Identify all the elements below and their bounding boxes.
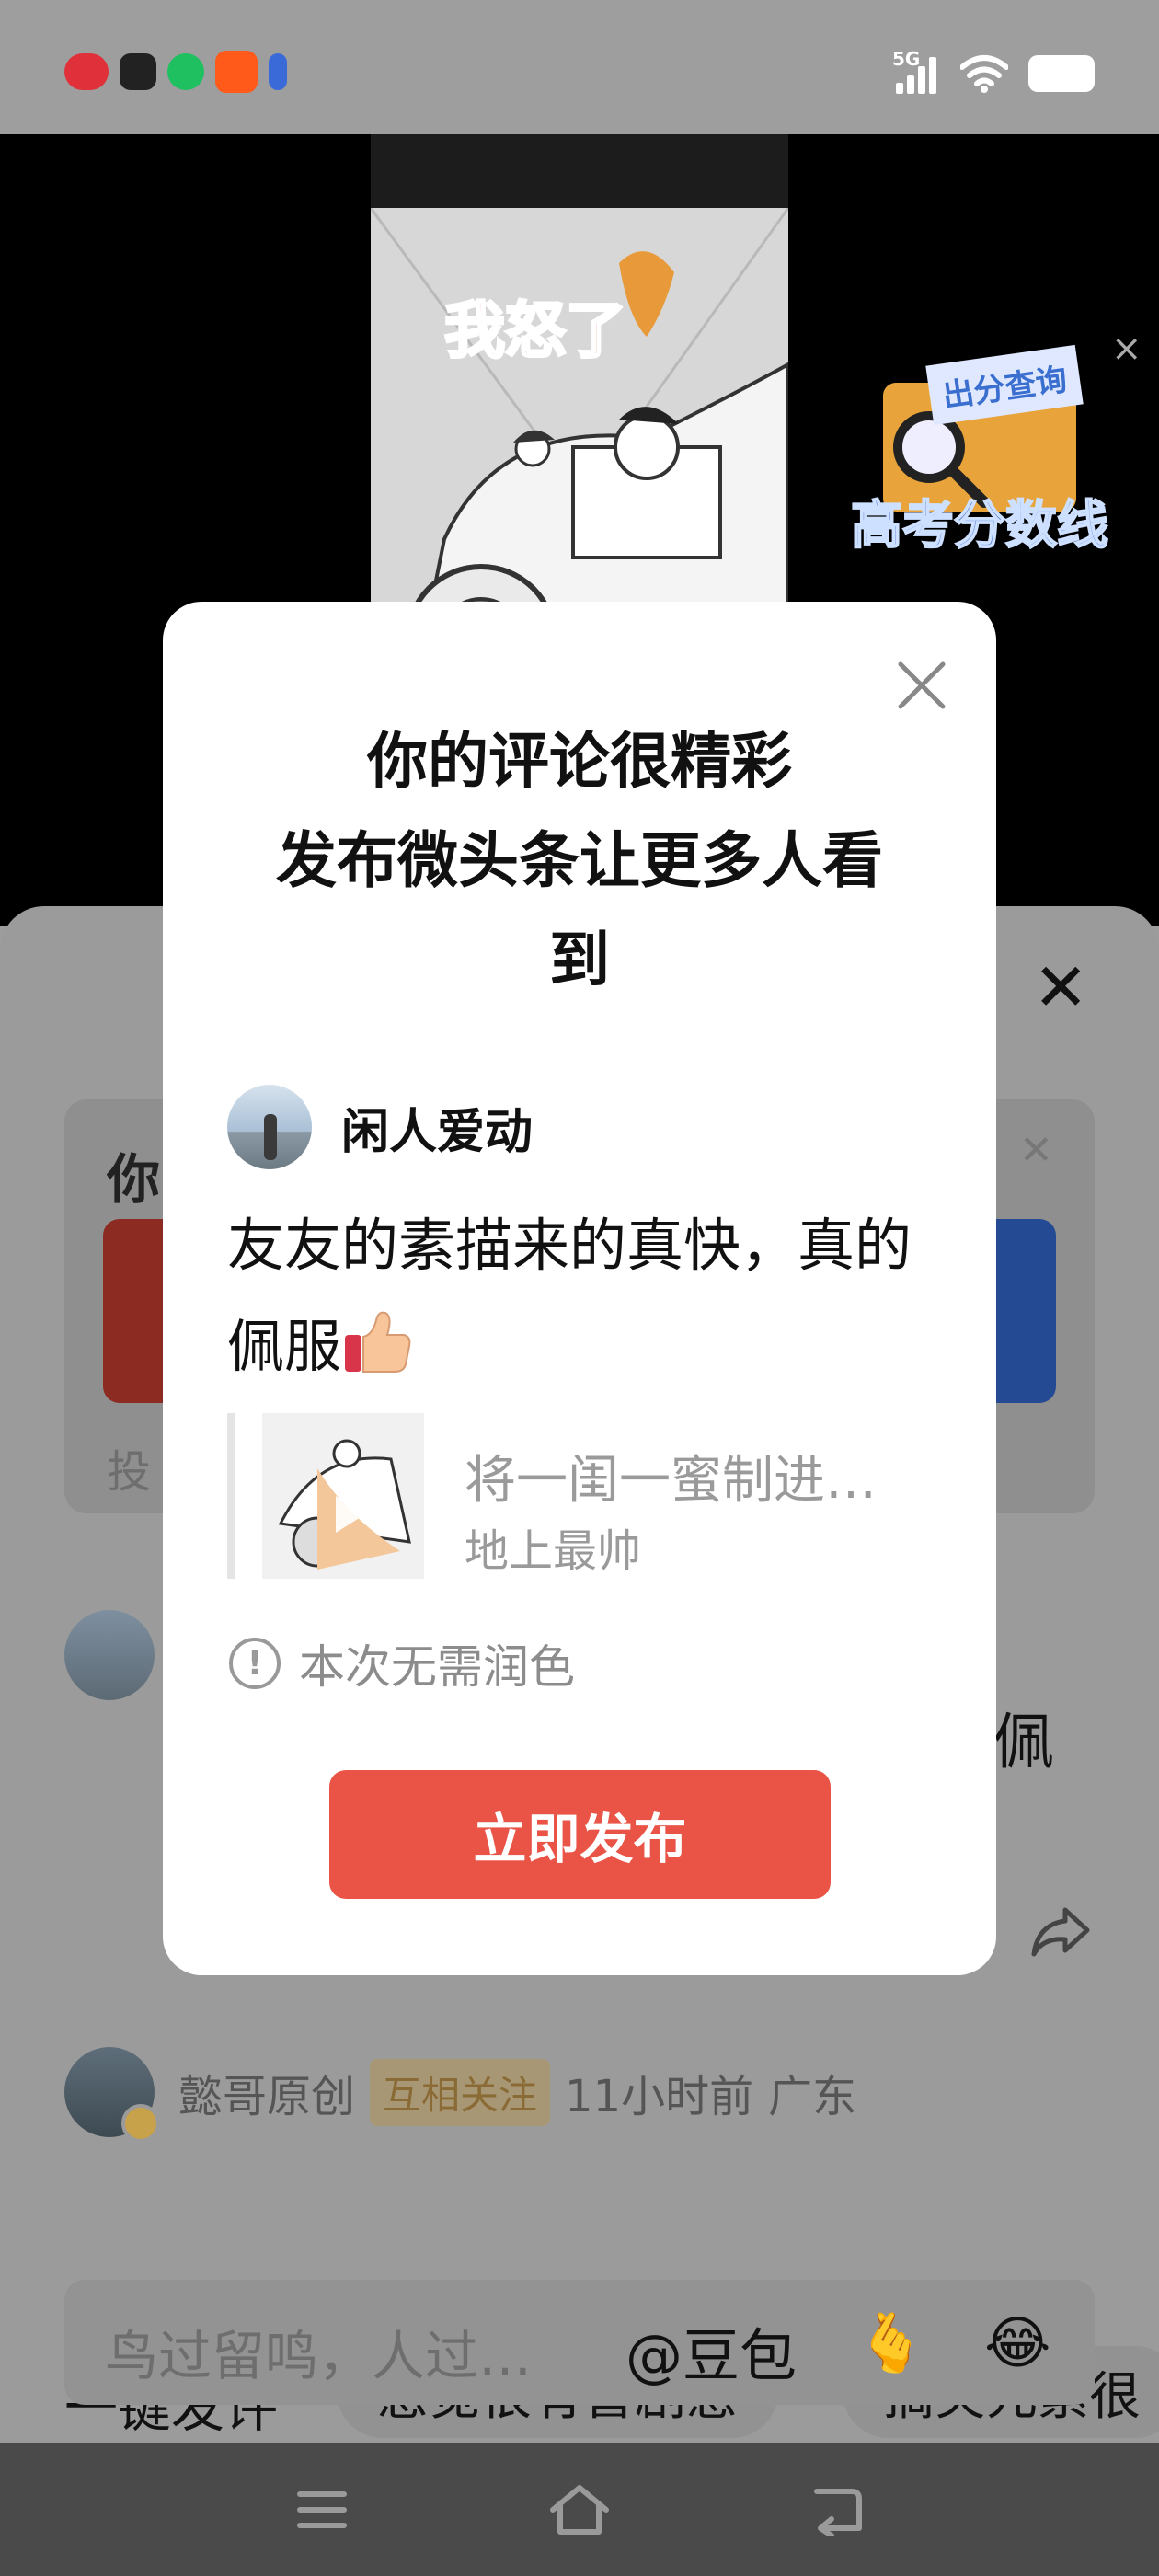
comment-preview: 友友的素描来的真快，真的佩服 (227, 1195, 926, 1397)
quoted-post[interactable]: 将一闺一蜜制进… 地上最帅 (227, 1413, 945, 1579)
quoted-post-thumbnail (262, 1413, 424, 1579)
cellular-signal-icon: 5G (892, 48, 940, 94)
blurred-notification-icon (215, 51, 258, 93)
promo-close-icon[interactable]: ✕ (1019, 1127, 1053, 1174)
blurred-notification-icon (269, 53, 287, 90)
comic-title-overlay: 我怒了 (443, 294, 628, 368)
avatar[interactable] (64, 2047, 160, 2143)
blurred-notification-icon (167, 53, 204, 90)
avatar[interactable] (64, 1610, 155, 1700)
comment-header: 懿哥原创 互相关注 11小时前 广东 (64, 2047, 857, 2143)
emoji-button[interactable]: 🫰 (855, 2309, 926, 2377)
system-nav-bar (0, 2443, 1159, 2576)
comment-time: 11小时前 (565, 2071, 754, 2122)
promo-footer: 投 (107, 1446, 152, 1498)
back-icon[interactable] (805, 2478, 869, 2542)
notice-row: ! 本次无需润色 (229, 1630, 575, 1696)
author-row: 闲人爱动 (227, 1085, 533, 1169)
blurred-notification-icon (64, 53, 109, 90)
dialog-title-line: 你的评论很精彩 (367, 726, 792, 797)
emoji-button[interactable]: 😂 (984, 2309, 1050, 2376)
dialog-title-line: 发布微头条让更多人看 (276, 825, 883, 896)
battery-icon (1028, 55, 1095, 92)
video-top-bar (371, 134, 788, 208)
dialog-title-line: 到 (549, 925, 610, 995)
thumbs-up-icon (341, 1305, 413, 1374)
comment-author[interactable]: 懿哥原创 (178, 2060, 355, 2124)
sheet-close-icon[interactable]: ✕ (1033, 954, 1088, 1020)
quoted-post-author: 地上最帅 (465, 1525, 642, 1577)
mention-button[interactable]: @豆包 (625, 2309, 797, 2392)
publish-dialog: 你的评论很精彩 发布微头条让更多人看 到 闲人爱动 友友的素描来的真快，真的佩服… (163, 602, 996, 1975)
comment-input[interactable]: 鸟过留鸣，人过… @豆包 🫰 😂 (64, 2280, 1095, 2405)
comment-input-placeholder: 鸟过留鸣，人过… (105, 2325, 533, 2387)
notification-icons (64, 51, 287, 93)
dialog-title: 你的评论很精彩 发布微头条让更多人看 到 (209, 712, 950, 1010)
notice-text: 本次无需润色 (299, 1640, 575, 1694)
publish-button[interactable]: 立即发布 (329, 1770, 831, 1899)
close-icon[interactable] (889, 653, 954, 718)
comment-text-fragment: 佩 (993, 1707, 1054, 1777)
quoted-post-title: 将一闺一蜜制进… (465, 1451, 877, 1511)
info-icon: ! (229, 1638, 281, 1689)
promo-title: 你 (107, 1148, 161, 1211)
author-name: 闲人爱动 (341, 1104, 534, 1160)
comment-location: 广东 (768, 2071, 857, 2122)
network-type-label: 5G (892, 48, 921, 70)
ad-text: 高考分数线 (850, 495, 1109, 557)
home-icon[interactable] (547, 2478, 612, 2542)
share-icon[interactable] (1028, 1904, 1093, 1960)
verified-badge-icon (121, 2104, 160, 2143)
mutual-follow-badge: 互相关注 (370, 2058, 551, 2126)
blurred-notification-icon (120, 53, 156, 90)
avatar (227, 1085, 312, 1169)
comment-preview-text: 友友的素描来的真快，真的佩服 (227, 1212, 912, 1380)
menu-icon[interactable] (290, 2478, 354, 2542)
status-bar: 5G (0, 0, 1159, 134)
ad-banner[interactable]: 出分查询 高考分数线 (828, 344, 1131, 557)
wifi-icon (960, 55, 1008, 93)
